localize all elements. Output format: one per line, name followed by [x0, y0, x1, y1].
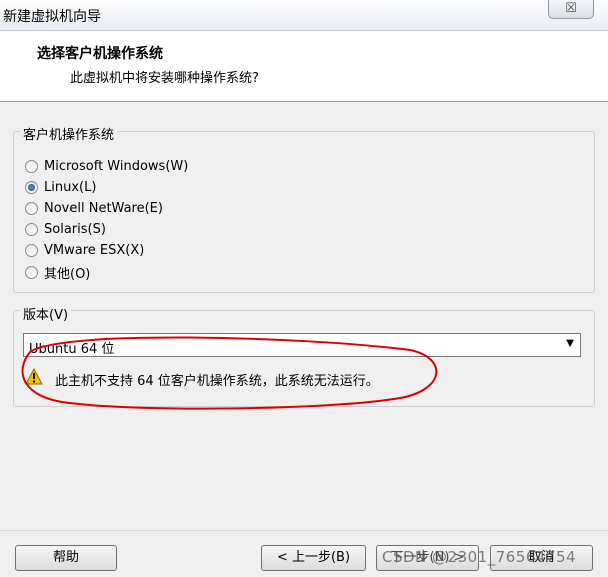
header-subtitle: 此虚拟机中将安装哪种操作系统? — [70, 71, 259, 86]
radio-checked-icon[interactable] — [25, 180, 38, 194]
radio-label: VMware ESX(X) — [44, 242, 145, 258]
radio-option-other[interactable]: 其他(O) — [25, 263, 91, 282]
back-button[interactable]: < 上一步(B) — [261, 545, 366, 571]
version-group — [13, 310, 595, 407]
guest-os-group-label: 客户机操作系统 — [20, 124, 118, 143]
radio-label: Microsoft Windows(W) — [44, 158, 189, 174]
title-bar: 新建虚拟机向导 ☒ — [0, 0, 608, 31]
dropdown-arrow-icon[interactable]: ▼ — [566, 338, 574, 349]
radio-label: Novell NetWare(E) — [44, 200, 163, 216]
version-select[interactable]: Ubuntu 64 位 ▼ — [23, 333, 581, 357]
radio-label: Linux(L) — [44, 179, 97, 195]
close-button[interactable]: ☒ — [548, 0, 594, 19]
radio-label: 其他(O) — [44, 266, 91, 282]
wizard-header: 选择客户机操作系统 此虚拟机中将安装哪种操作系统? — [0, 31, 608, 102]
window-title: 新建虚拟机向导 — [3, 9, 101, 25]
radio-option-esx[interactable]: VMware ESX(X) — [25, 241, 144, 259]
radio-option-solaris[interactable]: Solaris(S) — [25, 220, 106, 238]
help-button[interactable]: 帮助 — [15, 545, 117, 571]
version-warning-text: 此主机不支持 64 位客户机操作系统，此系统无法运行。 — [55, 374, 379, 389]
close-icon: ☒ — [565, 1, 577, 16]
watermark-text: CSDN @2301_76564754 — [382, 548, 577, 566]
version-select-value: Ubuntu 64 位 — [29, 342, 115, 357]
radio-icon[interactable] — [25, 265, 38, 279]
radio-icon[interactable] — [25, 159, 38, 173]
radio-icon[interactable] — [25, 201, 38, 215]
radio-icon[interactable] — [25, 243, 38, 257]
radio-icon[interactable] — [25, 222, 38, 236]
warning-icon — [25, 368, 43, 385]
radio-label: Solaris(S) — [44, 221, 106, 237]
radio-option-windows[interactable]: Microsoft Windows(W) — [25, 157, 188, 175]
radio-option-linux[interactable]: Linux(L) — [25, 178, 96, 196]
header-title: 选择客户机操作系统 — [37, 46, 163, 62]
version-group-label: 版本(V) — [20, 304, 72, 323]
radio-option-netware[interactable]: Novell NetWare(E) — [25, 199, 163, 217]
